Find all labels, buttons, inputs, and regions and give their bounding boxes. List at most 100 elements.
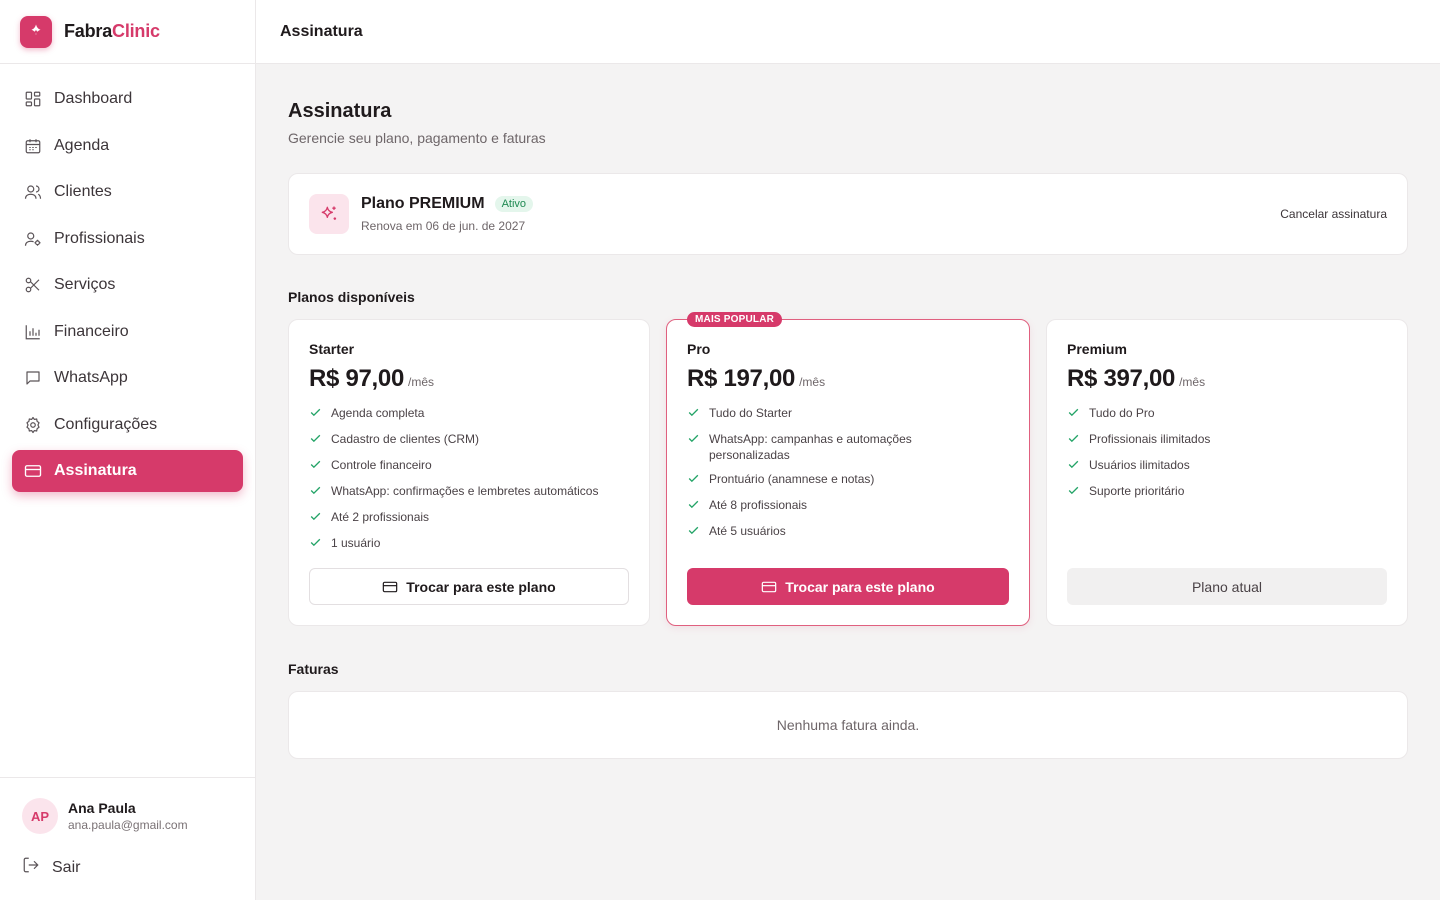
plan-period: /mês [408, 375, 435, 389]
sidebar-item-whatsapp[interactable]: WhatsApp [12, 357, 243, 399]
brand-name-part1: Fabra [64, 21, 113, 41]
list-item: Cadastro de clientes (CRM) [309, 431, 629, 449]
feature-text: Prontuário (anamnese e notas) [709, 472, 875, 486]
list-item: Agenda completa [309, 405, 629, 423]
sidebar-item-label: Configurações [54, 415, 158, 433]
user-email: ana.paula@gmail.com [68, 818, 188, 832]
sidebar-item-assinatura[interactable]: Assinatura [12, 450, 243, 492]
sidebar-item-financeiro[interactable]: Financeiro [12, 311, 243, 353]
cancel-subscription-button[interactable]: Cancelar assinatura [1280, 207, 1387, 221]
brand[interactable]: FabraClinic [0, 0, 255, 64]
plan-price-row: R$ 397,00 /mês [1067, 365, 1387, 393]
check-icon [687, 498, 701, 515]
feature-list: Agenda completa Cadastro de clientes (CR… [309, 405, 629, 553]
plan-name: Pro [687, 341, 711, 357]
list-item: Controle financeiro [309, 457, 629, 475]
plan-period: /mês [799, 375, 826, 389]
current-plan-button: Plano atual [1067, 568, 1387, 605]
button-label: Trocar para este plano [785, 578, 935, 595]
plan-price: R$ 397,00 [1067, 365, 1176, 392]
button-label: Plano atual [1191, 578, 1263, 595]
sidebar-item-servicos[interactable]: Serviços [12, 264, 243, 306]
sidebar-nav: Dashboard Agenda Clientes Profissionais … [0, 64, 255, 511]
sparkles-icon [309, 194, 349, 234]
plan-price: R$ 97,00 [309, 365, 405, 392]
plan-name: Premium [1067, 341, 1127, 357]
check-icon [309, 510, 323, 527]
check-icon [687, 472, 701, 489]
topbar: Assinatura [256, 0, 1440, 64]
feature-text: WhatsApp: campanhas e automações persona… [709, 432, 912, 462]
button-label: Trocar para este plano [406, 578, 556, 595]
current-plan-info: Plano PREMIUM Ativo Renova em 06 de jun.… [361, 195, 534, 233]
sidebar-item-label: WhatsApp [54, 369, 128, 386]
credit-card-icon [24, 462, 42, 480]
plan-price-row: R$ 97,00 /mês [309, 365, 629, 393]
list-item: WhatsApp: confirmações e lembretes autom… [309, 483, 629, 501]
feature-text: Suporte prioritário [1089, 484, 1185, 498]
sidebar-item-label: Serviços [54, 276, 116, 293]
bar-chart-icon [24, 323, 42, 341]
avatar: AP [22, 798, 58, 834]
feature-text: Até 8 profissionais [709, 498, 808, 512]
check-icon [309, 484, 323, 501]
sidebar-item-agenda[interactable]: Agenda [12, 125, 243, 167]
feature-text: Cadastro de clientes (CRM) [331, 432, 480, 446]
sidebar: FabraClinic Dashboard Agenda Clientes Pr… [0, 0, 256, 900]
list-item: Tudo do Pro [1067, 405, 1387, 423]
page-subtitle: Gerencie seu plano, pagamento e faturas [288, 130, 546, 146]
switch-plan-button-starter[interactable]: Trocar para este plano [309, 568, 629, 605]
popular-badge: MAIS POPULAR [687, 312, 783, 327]
calendar-icon [24, 137, 42, 155]
list-item: Profissionais ilimitados [1067, 431, 1387, 449]
list-item: Prontuário (anamnese e notas) [687, 471, 1009, 489]
check-icon [1067, 406, 1081, 423]
invoices-section-title: Faturas [288, 661, 339, 677]
current-plan-card: Plano PREMIUM Ativo Renova em 06 de jun.… [288, 173, 1408, 255]
sidebar-item-profissionais[interactable]: Profissionais [12, 218, 243, 260]
list-item: WhatsApp: campanhas e automações persona… [687, 431, 1009, 463]
sidebar-item-label: Assinatura [54, 462, 137, 479]
feature-list: Tudo do Starter WhatsApp: campanhas e au… [687, 405, 1009, 541]
sidebar-item-dashboard[interactable]: Dashboard [12, 78, 243, 120]
check-icon [1067, 484, 1081, 501]
sidebar-item-label: Agenda [54, 136, 110, 154]
sidebar-item-label: Profissionais [54, 229, 145, 247]
list-item: 1 usuário [309, 535, 629, 553]
feature-list: Tudo do Pro Profissionais ilimitados Usu… [1067, 405, 1387, 501]
check-icon [687, 432, 701, 449]
brand-name-part2: Clinic [112, 21, 160, 41]
sidebar-item-clientes[interactable]: Clientes [12, 171, 243, 213]
brand-name: FabraClinic [64, 21, 160, 42]
switch-plan-button-pro[interactable]: Trocar para este plano [687, 568, 1009, 605]
feature-text: Tudo do Starter [709, 406, 792, 420]
plan-price: R$ 197,00 [687, 365, 796, 392]
check-icon [687, 524, 701, 541]
check-icon [687, 406, 701, 423]
logout-button[interactable]: Sair [22, 856, 233, 879]
sidebar-item-configuracoes[interactable]: Configurações [12, 404, 243, 446]
feature-text: 1 usuário [331, 536, 381, 550]
clinic-logo-icon [20, 15, 52, 48]
sidebar-item-label: Clientes [54, 183, 112, 200]
current-plan-title: Plano PREMIUM [361, 195, 485, 212]
list-item: Tudo do Starter [687, 405, 1009, 423]
sidebar-item-label: Financeiro [54, 322, 129, 340]
check-icon [309, 406, 323, 423]
scissors-icon [24, 276, 42, 294]
list-item: Suporte prioritário [1067, 483, 1387, 501]
feature-text: Até 2 profissionais [331, 510, 430, 524]
gear-icon [24, 416, 42, 434]
feature-text: Agenda completa [331, 406, 425, 420]
feature-text: Controle financeiro [331, 458, 432, 472]
message-icon [24, 369, 42, 387]
user-profile[interactable]: AP Ana Paula ana.paula@gmail.com [22, 798, 233, 834]
list-item: Até 8 profissionais [687, 497, 1009, 515]
invoices-empty-text: Nenhuma fatura ainda. [776, 717, 920, 733]
user-panel: AP Ana Paula ana.paula@gmail.com Sair [0, 777, 255, 900]
feature-text: Profissionais ilimitados [1089, 432, 1211, 446]
user-name: Ana Paula [68, 800, 136, 816]
plan-card-pro: MAIS POPULAR Pro R$ 197,00 /mês Tudo do … [666, 312, 1030, 626]
feature-text: Usuários ilimitados [1089, 458, 1190, 472]
user-gear-icon [24, 230, 42, 248]
